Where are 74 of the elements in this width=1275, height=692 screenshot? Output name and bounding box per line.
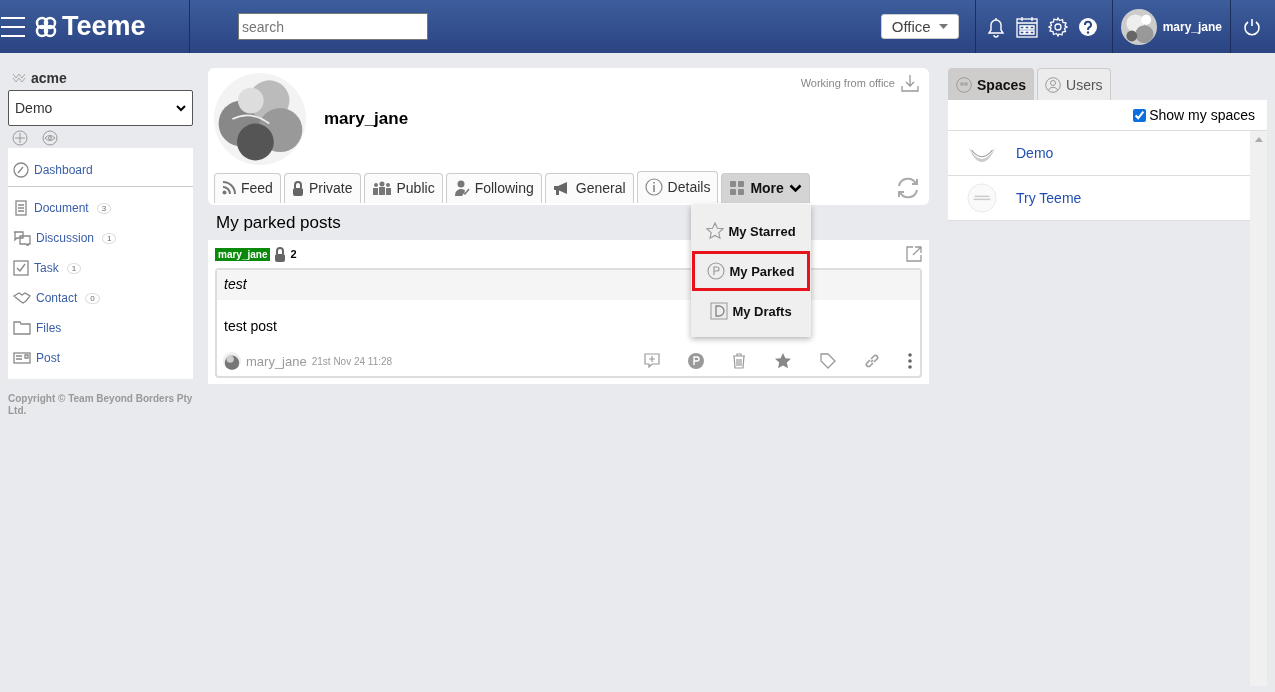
- scroll-up-icon[interactable]: [1255, 137, 1263, 142]
- help-icon[interactable]: [1077, 16, 1098, 37]
- status-text: Working from office: [800, 77, 895, 89]
- user-tag: mary_jane: [215, 247, 271, 261]
- caret-icon: [938, 24, 948, 29]
- user-icon: [1045, 76, 1062, 93]
- copyright-text: Copyright © Team Beyond Borders Pty Ltd.: [8, 392, 193, 418]
- star-icon: [706, 222, 725, 240]
- sidebar-item[interactable]: Discussion 1: [8, 223, 193, 253]
- space-link[interactable]: Demo: [1016, 145, 1054, 161]
- checkbox-icon: [13, 260, 29, 276]
- logo[interactable]: Teeme: [26, 11, 189, 42]
- tab[interactable]: Public: [363, 173, 443, 203]
- padlock-icon: [274, 246, 287, 262]
- post-body: test post: [224, 318, 277, 334]
- organization-name: acme: [31, 70, 67, 86]
- chevron-down-icon: [176, 104, 186, 112]
- bell-icon[interactable]: [985, 15, 1006, 38]
- sidebar-item[interactable]: Document 3: [8, 193, 193, 223]
- checkbox[interactable]: [1133, 108, 1147, 122]
- space-link[interactable]: Try Teeme: [1016, 190, 1082, 206]
- speech-bubbles-icon: [13, 230, 31, 246]
- space-select[interactable]: Demo: [8, 90, 193, 126]
- sidebar-item[interactable]: Task 1: [8, 253, 193, 283]
- eye-icon[interactable]: [42, 130, 58, 146]
- grid-icon: [729, 180, 746, 196]
- calendar-icon[interactable]: [1015, 15, 1038, 38]
- menu-item[interactable]: My Parked: [692, 251, 810, 291]
- tab[interactable]: Spaces: [948, 68, 1035, 100]
- tab[interactable]: General: [544, 173, 634, 203]
- add-icon[interactable]: [12, 130, 28, 146]
- sidebar-item[interactable]: Post: [8, 343, 193, 373]
- more-options-icon[interactable]: [908, 353, 912, 369]
- star-icon[interactable]: [774, 352, 792, 370]
- location-dropdown[interactable]: Office: [880, 14, 959, 39]
- sidebar-item[interactable]: Contact 0: [8, 283, 193, 313]
- comment-add-icon[interactable]: [644, 353, 660, 369]
- refresh-icon[interactable]: [895, 177, 921, 199]
- download-icon[interactable]: [901, 74, 919, 92]
- tag-icon[interactable]: [820, 353, 836, 369]
- circled-p-icon[interactable]: [688, 353, 704, 369]
- section-heading: My parked posts: [216, 213, 341, 232]
- search-field[interactable]: search: [238, 13, 428, 40]
- info-icon: [644, 178, 663, 196]
- compass-icon: [13, 162, 29, 178]
- trash-icon[interactable]: [732, 353, 746, 369]
- menu-icon[interactable]: [0, 15, 26, 38]
- count-text: 2: [290, 248, 297, 260]
- person-check-icon: [453, 180, 470, 196]
- profile-name: mary_jane: [324, 109, 409, 129]
- tab[interactable]: Private: [283, 173, 361, 203]
- folder-icon: [13, 321, 31, 335]
- tab[interactable]: More: [721, 173, 810, 203]
- link-icon[interactable]: [864, 353, 880, 369]
- circled-p-icon: [707, 262, 726, 280]
- boxed-d-icon: [710, 302, 729, 320]
- settings-icon[interactable]: [1047, 16, 1068, 37]
- external-link-icon[interactable]: [906, 246, 922, 262]
- logo-icon: [12, 72, 26, 84]
- rss-icon: [222, 181, 236, 195]
- user-name[interactable]: mary_jane: [1162, 19, 1222, 34]
- card-icon: [13, 351, 31, 365]
- sidebar-item[interactable]: Files: [8, 313, 193, 343]
- chevron-down-icon: [788, 183, 802, 193]
- padlock-icon: [291, 180, 304, 196]
- tab[interactable]: Feed: [214, 173, 281, 203]
- post-time: 21st Nov 24 11:28: [311, 355, 393, 367]
- document-icon: [13, 200, 29, 216]
- tab[interactable]: Details: [636, 171, 719, 203]
- menu-item[interactable]: My Starred: [692, 211, 810, 251]
- people-icon: [371, 181, 392, 195]
- tab[interactable]: Following: [445, 173, 542, 203]
- checkbox-label[interactable]: Show my spaces: [1149, 107, 1255, 123]
- tab[interactable]: Users: [1037, 68, 1111, 100]
